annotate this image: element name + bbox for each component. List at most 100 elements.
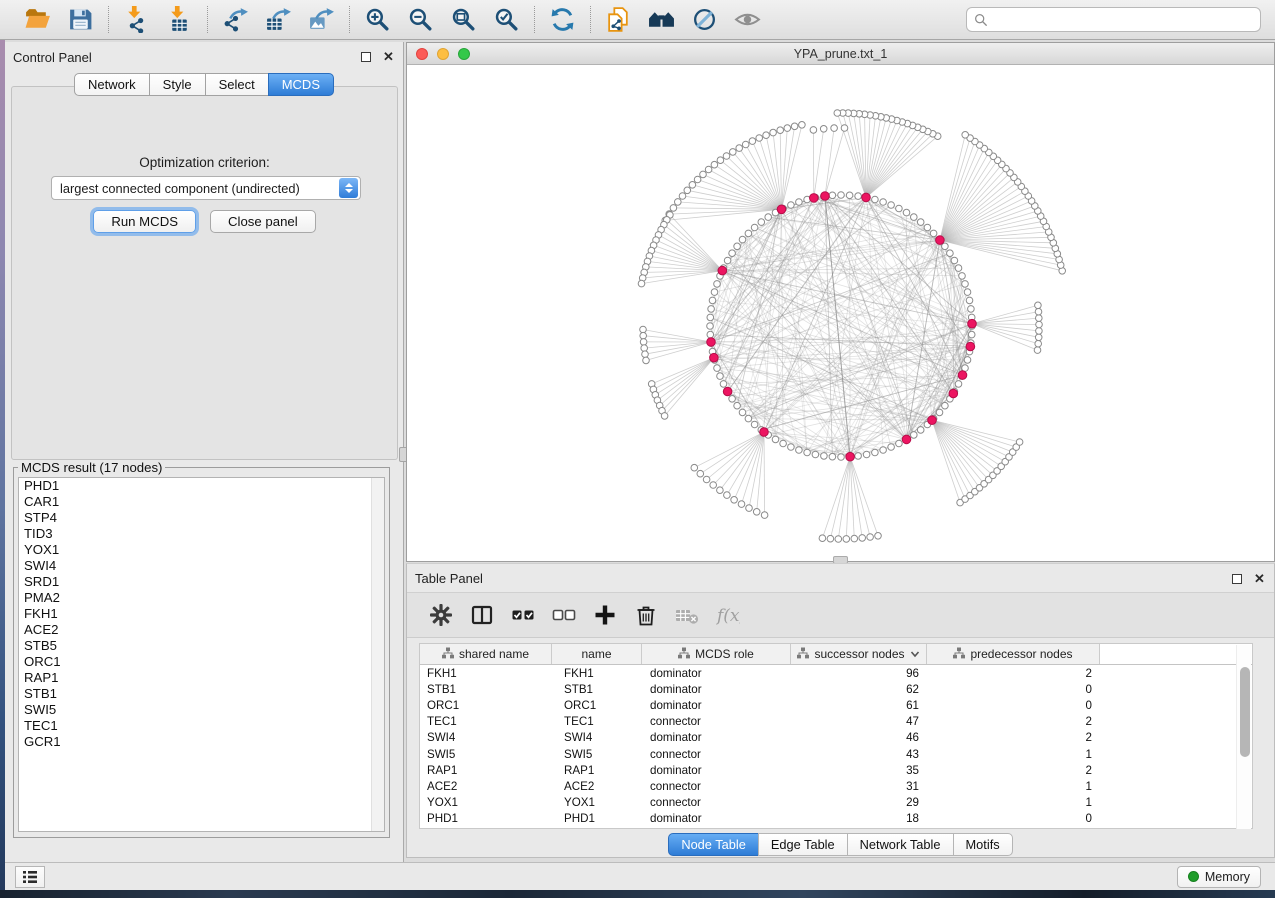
result-node-item[interactable]: TEC1 — [19, 718, 384, 734]
deselect-all-icon[interactable] — [552, 603, 576, 627]
add-column-icon[interactable] — [593, 603, 617, 627]
refresh-layout-icon[interactable] — [549, 6, 576, 33]
column-header-MCDS-role[interactable]: MCDS role — [642, 644, 791, 664]
header-filler — [1100, 644, 1252, 664]
result-node-item[interactable]: RAP1 — [19, 670, 384, 686]
column-header-name[interactable]: name — [552, 644, 642, 664]
delete-column-icon[interactable] — [634, 603, 658, 627]
table-scrollbar-thumb[interactable] — [1240, 667, 1250, 757]
result-node-item[interactable]: SWI4 — [19, 558, 384, 574]
export-table-icon[interactable] — [265, 6, 292, 33]
search-box[interactable] — [966, 7, 1261, 32]
result-node-item[interactable]: STB5 — [19, 638, 384, 654]
table-row[interactable]: SWI5SWI5connector431 — [420, 746, 1252, 762]
table-panel: Table Panel ✕ f(x) shared namenameMCDS r… — [406, 563, 1275, 858]
table-body: FKH1FKH1dominator962STB1STB1dominator620… — [420, 665, 1252, 827]
cell-predecessor-nodes: 0 — [927, 699, 1100, 712]
zoom-out-icon[interactable] — [407, 6, 434, 33]
table-row[interactable]: ACE2ACE2connector311 — [420, 778, 1252, 794]
cell-predecessor-nodes: 0 — [927, 812, 1100, 825]
float-panel-icon[interactable] — [359, 51, 372, 64]
result-list-scrollbar[interactable] — [371, 478, 384, 831]
cell-successor-nodes: 47 — [791, 715, 927, 728]
window-zoom-icon[interactable] — [458, 48, 470, 60]
result-node-item[interactable]: STB1 — [19, 686, 384, 702]
mcds-result-list[interactable]: PHD1CAR1STP4TID3YOX1SWI4SRD1PMA2FKH1ACE2… — [18, 477, 385, 832]
result-node-item[interactable]: ORC1 — [19, 654, 384, 670]
cell-MCDS-role: dominator — [642, 699, 791, 712]
result-node-item[interactable]: TID3 — [19, 526, 384, 542]
run-mcds-button[interactable]: Run MCDS — [93, 210, 196, 233]
table-row[interactable]: RAP1RAP1dominator352 — [420, 762, 1252, 778]
column-header-label: predecessor nodes — [970, 647, 1072, 661]
tab-network[interactable]: Network — [74, 73, 150, 96]
result-node-item[interactable]: SWI5 — [19, 702, 384, 718]
result-node-item[interactable]: STP4 — [19, 510, 384, 526]
result-node-item[interactable]: GCR1 — [19, 734, 384, 750]
result-node-item[interactable]: PMA2 — [19, 590, 384, 606]
result-node-item[interactable]: SRD1 — [19, 574, 384, 590]
result-node-item[interactable]: YOX1 — [19, 542, 384, 558]
open-file-icon[interactable] — [24, 6, 51, 33]
control-panel-tabs: NetworkStyleSelectMCDS — [5, 73, 403, 96]
zoom-fit-icon[interactable] — [450, 6, 477, 33]
table-row[interactable]: ORC1ORC1dominator610 — [420, 697, 1252, 713]
result-node-item[interactable]: ACE2 — [19, 622, 384, 638]
import-network-icon[interactable] — [123, 6, 150, 33]
zoom-selected-icon[interactable] — [493, 6, 520, 33]
result-node-item[interactable]: PHD1 — [19, 478, 384, 494]
close-panel-icon[interactable]: ✕ — [382, 51, 395, 64]
window-minimize-icon[interactable] — [437, 48, 449, 60]
columns-icon[interactable] — [470, 603, 494, 627]
table-row[interactable]: SWI4SWI4dominator462 — [420, 730, 1252, 746]
column-header-shared-name[interactable]: shared name — [420, 644, 552, 664]
table-row[interactable]: TEC1TEC1connector472 — [420, 714, 1252, 730]
task-history-button[interactable] — [15, 866, 45, 888]
eye-icon[interactable] — [734, 6, 761, 33]
tab-select[interactable]: Select — [205, 73, 269, 96]
export-network-icon[interactable] — [222, 6, 249, 33]
result-node-item[interactable]: CAR1 — [19, 494, 384, 510]
toolbar-group — [349, 6, 534, 33]
clone-network-icon[interactable] — [605, 6, 632, 33]
export-image-icon[interactable] — [308, 6, 335, 33]
import-table-icon[interactable] — [166, 6, 193, 33]
zoom-in-icon[interactable] — [364, 6, 391, 33]
memory-button[interactable]: Memory — [1177, 866, 1261, 888]
table-float-panel-icon[interactable] — [1230, 572, 1243, 585]
gear-icon[interactable] — [429, 603, 453, 627]
cell-shared-name: PHD1 — [420, 812, 552, 825]
table-scrollbar[interactable] — [1236, 645, 1251, 829]
table-close-panel-icon[interactable]: ✕ — [1253, 572, 1266, 585]
network-canvas[interactable] — [407, 65, 1274, 561]
window-close-icon[interactable] — [416, 48, 428, 60]
shared-column-icon — [442, 647, 454, 662]
sort-desc-icon — [910, 647, 920, 661]
tab-network-table[interactable]: Network Table — [847, 833, 954, 856]
table-row[interactable]: FKH1FKH1dominator962 — [420, 665, 1252, 681]
result-node-item[interactable]: FKH1 — [19, 606, 384, 622]
save-icon[interactable] — [67, 6, 94, 33]
table-tabs: Node TableEdge TableNetwork TableMotifs — [407, 833, 1274, 856]
tab-style[interactable]: Style — [149, 73, 206, 96]
select-all-icon[interactable] — [511, 603, 535, 627]
table-header-row: shared namenameMCDS rolesuccessor nodes p… — [420, 644, 1252, 665]
cell-MCDS-role: connector — [642, 796, 791, 809]
column-header-predecessor-nodes[interactable]: predecessor nodes — [927, 644, 1100, 664]
optimization-criterion-label: Optimization criterion: — [12, 155, 397, 170]
tab-edge-table[interactable]: Edge Table — [758, 833, 848, 856]
search-input[interactable] — [993, 13, 1253, 27]
network-window-titlebar[interactable]: YPA_prune.txt_1 — [407, 43, 1274, 65]
close-panel-button[interactable]: Close panel — [210, 210, 316, 233]
column-header-successor-nodes[interactable]: successor nodes — [791, 644, 927, 664]
table-row[interactable]: PHD1PHD1dominator180 — [420, 811, 1252, 827]
table-row[interactable]: STB1STB1dominator620 — [420, 681, 1252, 697]
table-row[interactable]: YOX1YOX1connector291 — [420, 795, 1252, 811]
tab-mcds[interactable]: MCDS — [268, 73, 334, 96]
tab-motifs[interactable]: Motifs — [953, 833, 1013, 856]
find-icon[interactable] — [648, 6, 675, 33]
network-graph[interactable] — [407, 65, 1274, 561]
hide-panel-icon[interactable] — [691, 6, 718, 33]
tab-node-table[interactable]: Node Table — [668, 833, 759, 856]
criterion-select[interactable]: largest connected component (undirected) — [51, 176, 361, 200]
